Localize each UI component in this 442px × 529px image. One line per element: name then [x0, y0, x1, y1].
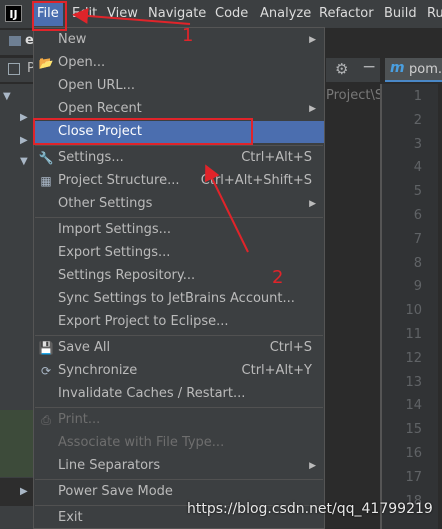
watermark: https://blog.csdn.net/qq_41799219 — [187, 501, 433, 517]
annotation-arrows — [72, 7, 249, 253]
annotation-arrow-2 — [205, 164, 249, 253]
annotation-arrow-1 — [72, 7, 191, 25]
